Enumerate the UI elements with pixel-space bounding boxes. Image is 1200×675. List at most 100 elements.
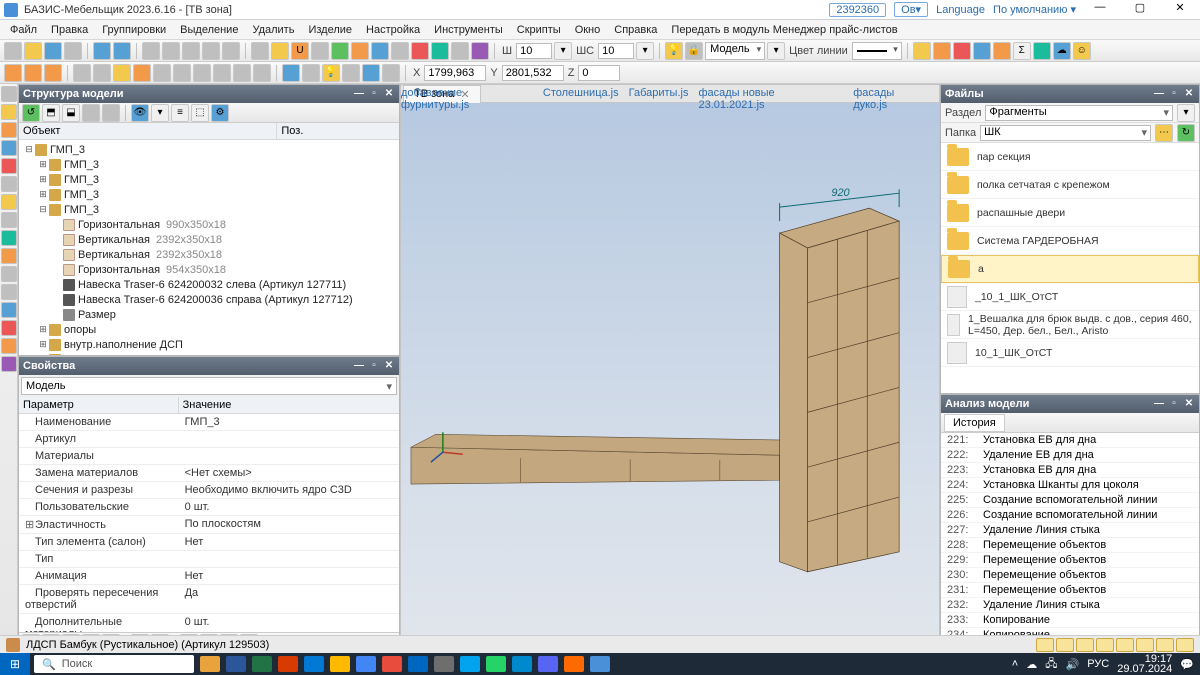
view-cube-icon[interactable]: [4, 64, 22, 82]
status-icon[interactable]: [1156, 638, 1174, 652]
cloud-icon[interactable]: ☁: [1053, 42, 1071, 60]
folder-item[interactable]: пар секция: [941, 143, 1199, 171]
panel-minimize-icon[interactable]: —: [1153, 398, 1165, 410]
tb-icon[interactable]: [371, 42, 389, 60]
tb-icon[interactable]: [391, 42, 409, 60]
task-icon[interactable]: [200, 656, 220, 672]
history-row[interactable]: 226:Создание вспомогательной линии: [941, 508, 1199, 523]
tb-icon[interactable]: [282, 64, 300, 82]
panel-close-icon[interactable]: ✕: [1183, 398, 1195, 410]
tree-row[interactable]: Горизонтальная954x350x18: [19, 262, 399, 277]
history-row[interactable]: 228:Перемещение объектов: [941, 538, 1199, 553]
tool-icon[interactable]: [1, 338, 17, 354]
grid-icon[interactable]: [251, 42, 269, 60]
lock-icon[interactable]: 🔒: [685, 42, 703, 60]
panel-close-icon[interactable]: ✕: [383, 88, 395, 100]
task-icon[interactable]: [226, 656, 246, 672]
menu-item[interactable]: Скрипты: [511, 22, 567, 38]
tray-network-icon[interactable]: 🖧: [1045, 655, 1057, 674]
tree-row[interactable]: ⊞внутр.наполнение ДСП: [19, 337, 399, 352]
close-button[interactable]: ✕: [1164, 1, 1196, 19]
dropdown-icon[interactable]: ▾: [767, 42, 785, 60]
history-row[interactable]: 222:Удаление ЕВ для дна: [941, 448, 1199, 463]
tree-row[interactable]: ⊟ГМП_3: [19, 202, 399, 217]
id-number[interactable]: 2392360: [829, 3, 886, 17]
dropdown-icon[interactable]: ▾: [1177, 104, 1195, 122]
tb-icon[interactable]: [82, 104, 100, 122]
bulb-icon[interactable]: 💡: [322, 64, 340, 82]
tree-row[interactable]: Вертикальная2392x350x18: [19, 232, 399, 247]
folder-item[interactable]: полка сетчатая с крепежом: [941, 171, 1199, 199]
tray-notifications-icon[interactable]: 💬: [1180, 658, 1194, 671]
tool-icon[interactable]: [1, 104, 17, 120]
history-row[interactable]: 227:Удаление Линия стыка: [941, 523, 1199, 538]
tb-icon[interactable]: [271, 42, 289, 60]
sh-input[interactable]: [516, 43, 552, 59]
file-item[interactable]: 1_Вешалка для брюк выдв. с дов., серия 4…: [941, 311, 1199, 339]
tool-icon[interactable]: [1, 176, 17, 192]
minimize-button[interactable]: —: [1084, 1, 1116, 19]
tree-row[interactable]: Навеска Traser-6 624200032 слева (Артику…: [19, 277, 399, 292]
menu-item[interactable]: Файл: [4, 22, 43, 38]
tray-volume-icon[interactable]: 🔊: [1066, 658, 1080, 671]
folder-item[interactable]: распашные двери: [941, 199, 1199, 227]
task-icon[interactable]: [382, 656, 402, 672]
language-link[interactable]: Language: [936, 4, 985, 16]
view-icon[interactable]: [253, 64, 271, 82]
history-row[interactable]: 231:Перемещение объектов: [941, 583, 1199, 598]
tb-icon[interactable]: [431, 42, 449, 60]
undo-icon[interactable]: [93, 42, 111, 60]
tree-row[interactable]: ⊞ГМП_3: [19, 157, 399, 172]
refresh-icon[interactable]: ↻: [1177, 124, 1195, 142]
view-icon[interactable]: [213, 64, 231, 82]
tree-row[interactable]: ⊟ГМП_3: [19, 142, 399, 157]
view-icon[interactable]: [193, 64, 211, 82]
panel-pin-icon[interactable]: ▫: [1168, 398, 1180, 410]
tool-icon[interactable]: [1, 212, 17, 228]
history-row[interactable]: 233:Копирование: [941, 613, 1199, 628]
task-icon[interactable]: [408, 656, 428, 672]
task-icon[interactable]: [460, 656, 480, 672]
property-row[interactable]: Пользовательские0 шт.: [19, 499, 399, 516]
open-icon[interactable]: [24, 42, 42, 60]
tb-icon[interactable]: [953, 42, 971, 60]
tb-icon[interactable]: [202, 42, 220, 60]
status-icon[interactable]: [1136, 638, 1154, 652]
viewport[interactable]: ТВ зона ✕ добавление фурнитуры.jsСтолешн…: [400, 84, 940, 653]
status-icon[interactable]: [1116, 638, 1134, 652]
task-icon[interactable]: [434, 656, 454, 672]
menu-item[interactable]: Удалить: [246, 22, 300, 38]
tb-icon[interactable]: ⬒: [42, 104, 60, 122]
tree-row[interactable]: Размер: [19, 307, 399, 322]
tray-clock[interactable]: 19:17 29.07.2024: [1117, 654, 1172, 674]
status-icon[interactable]: [1036, 638, 1054, 652]
print-icon[interactable]: [64, 42, 82, 60]
x-input[interactable]: [424, 65, 486, 81]
eye-icon[interactable]: 👁: [131, 104, 149, 122]
status-icon[interactable]: [1056, 638, 1074, 652]
history-row[interactable]: 225:Создание вспомогательной линии: [941, 493, 1199, 508]
tray-cloud-icon[interactable]: ☁: [1026, 658, 1037, 671]
property-row[interactable]: Проверять пересечения отверстийДа: [19, 585, 399, 614]
save-icon[interactable]: [44, 42, 62, 60]
tb-icon[interactable]: [382, 64, 400, 82]
tray-chevron-icon[interactable]: ˄: [1012, 658, 1018, 670]
file-item[interactable]: 10_1_ШК_ОтСТ: [941, 339, 1199, 367]
task-icon[interactable]: [356, 656, 376, 672]
tree-row[interactable]: Вертикальная2392x350x18: [19, 247, 399, 262]
task-icon[interactable]: [278, 656, 298, 672]
taskbar-search[interactable]: 🔍 Поиск: [34, 655, 194, 673]
folder-item[interactable]: а: [941, 255, 1199, 283]
dropdown-icon[interactable]: ▾: [151, 104, 169, 122]
property-row[interactable]: ⊞ЭластичностьПо плоскостям: [19, 516, 399, 534]
tb-icon[interactable]: [142, 42, 160, 60]
dropdown-icon[interactable]: ▾: [554, 42, 572, 60]
tool-icon[interactable]: [1, 248, 17, 264]
property-row[interactable]: НаименованиеГМП_3: [19, 414, 399, 431]
history-row[interactable]: 224:Установка Шканты для цоколя: [941, 478, 1199, 493]
tree-row[interactable]: ⊞опоры: [19, 322, 399, 337]
line-color-combo[interactable]: [852, 42, 902, 60]
redo-icon[interactable]: [113, 42, 131, 60]
select-icon[interactable]: [1, 86, 17, 102]
property-row[interactable]: АнимацияНет: [19, 568, 399, 585]
